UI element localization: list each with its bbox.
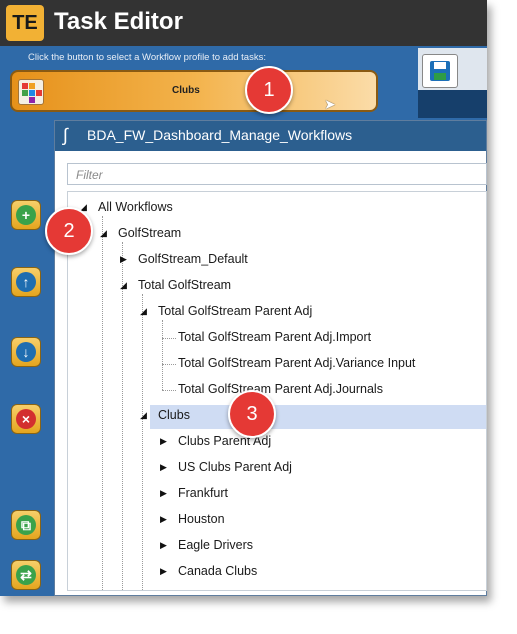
tree-item[interactable]: Clubs xyxy=(158,404,190,426)
mouse-cursor-icon: ➤ xyxy=(324,96,336,112)
selected-row-highlight xyxy=(150,405,486,429)
task-editor-window: TE Task Editor Click the button to selec… xyxy=(0,0,487,596)
tree-guide-line xyxy=(102,216,103,590)
collapse-arrow-icon[interactable]: ◢ xyxy=(100,222,107,244)
callout-badge: 1 xyxy=(245,66,293,114)
tree-item[interactable]: Total GolfStream xyxy=(138,274,231,296)
copy-icon: ⧉ xyxy=(16,515,36,535)
tree-guide-line xyxy=(142,294,143,590)
refresh-button[interactable]: ⇄ xyxy=(11,560,41,590)
tree-item[interactable]: US Clubs Parent Adj xyxy=(178,456,292,478)
expand-arrow-icon[interactable]: ▶ xyxy=(160,534,167,556)
profile-button-label: Clubs xyxy=(172,85,200,96)
expand-arrow-icon[interactable]: ▶ xyxy=(160,430,167,452)
callout-badge: 3 xyxy=(228,390,276,438)
filter-input[interactable] xyxy=(74,165,458,185)
save-icon xyxy=(430,61,450,81)
collapse-arrow-icon[interactable]: ◢ xyxy=(120,274,127,296)
workflow-profile-button[interactable]: Clubs xyxy=(10,70,378,112)
tree-guide-line xyxy=(162,390,176,391)
tree-item[interactable]: Eagle Drivers xyxy=(178,534,253,556)
arrow-down-icon: ↓ xyxy=(16,342,36,362)
title-bar: TE Task Editor xyxy=(0,0,487,46)
tree-item[interactable]: GolfStream xyxy=(118,222,181,244)
expand-arrow-icon[interactable]: ▶ xyxy=(160,508,167,530)
tree-item[interactable]: Frankfurt xyxy=(178,482,228,504)
app-logo: TE xyxy=(6,5,44,41)
workflow-tree: ◢ All Workflows ◢ GolfStream ▶ GolfStrea… xyxy=(67,191,487,591)
save-button[interactable] xyxy=(422,54,458,88)
callout-badge: 2 xyxy=(45,207,93,255)
filter-box xyxy=(67,163,487,185)
tree-guide-line xyxy=(162,364,176,365)
plus-circle-icon: + xyxy=(16,205,36,225)
add-task-button[interactable]: + xyxy=(11,200,41,230)
dialog-logo-icon: ∫ xyxy=(63,125,68,145)
tree-guide-line xyxy=(162,338,176,339)
collapse-arrow-icon[interactable]: ◢ xyxy=(140,404,147,426)
tree-item[interactable]: All Workflows xyxy=(98,196,173,218)
arrow-up-icon: ↑ xyxy=(16,272,36,292)
tree-item[interactable]: GolfStream_Default xyxy=(138,248,248,270)
expand-arrow-icon[interactable]: ▶ xyxy=(160,560,167,582)
close-circle-icon: × xyxy=(16,409,36,429)
expand-arrow-icon[interactable]: ▶ xyxy=(160,456,167,478)
dialog-title: BDA_FW_Dashboard_Manage_Workflows xyxy=(87,127,353,143)
copy-task-button[interactable]: ⧉ xyxy=(11,510,41,540)
dialog-title-bar: ∫ BDA_FW_Dashboard_Manage_Workflows xyxy=(55,121,486,151)
tree-item[interactable]: Total GolfStream Parent Adj.Journals xyxy=(178,378,383,400)
move-down-button[interactable]: ↓ xyxy=(11,337,41,367)
tree-item[interactable]: Total GolfStream Parent Adj.Import xyxy=(178,326,371,348)
app-title: Task Editor xyxy=(54,8,183,35)
collapse-arrow-icon[interactable]: ◢ xyxy=(140,300,147,322)
tree-item[interactable]: Canada Clubs xyxy=(178,560,257,582)
expand-arrow-icon[interactable]: ▶ xyxy=(120,248,127,270)
profile-hint-text: Click the button to select a Workflow pr… xyxy=(28,52,266,63)
tree-item[interactable]: Houston xyxy=(178,508,225,530)
workflow-grid-icon xyxy=(18,79,44,105)
refresh-icon: ⇄ xyxy=(16,565,36,585)
toolbar-panel-strip xyxy=(418,90,487,118)
workflow-dialog: ∫ BDA_FW_Dashboard_Manage_Workflows ◢ Al… xyxy=(54,120,487,596)
tree-item[interactable]: Total GolfStream Parent Adj.Variance Inp… xyxy=(178,352,415,374)
tree-item[interactable]: Total GolfStream Parent Adj xyxy=(158,300,312,322)
move-up-button[interactable]: ↑ xyxy=(11,267,41,297)
tree-guide-line xyxy=(162,320,163,390)
expand-arrow-icon[interactable]: ▶ xyxy=(160,482,167,504)
delete-task-button[interactable]: × xyxy=(11,404,41,434)
